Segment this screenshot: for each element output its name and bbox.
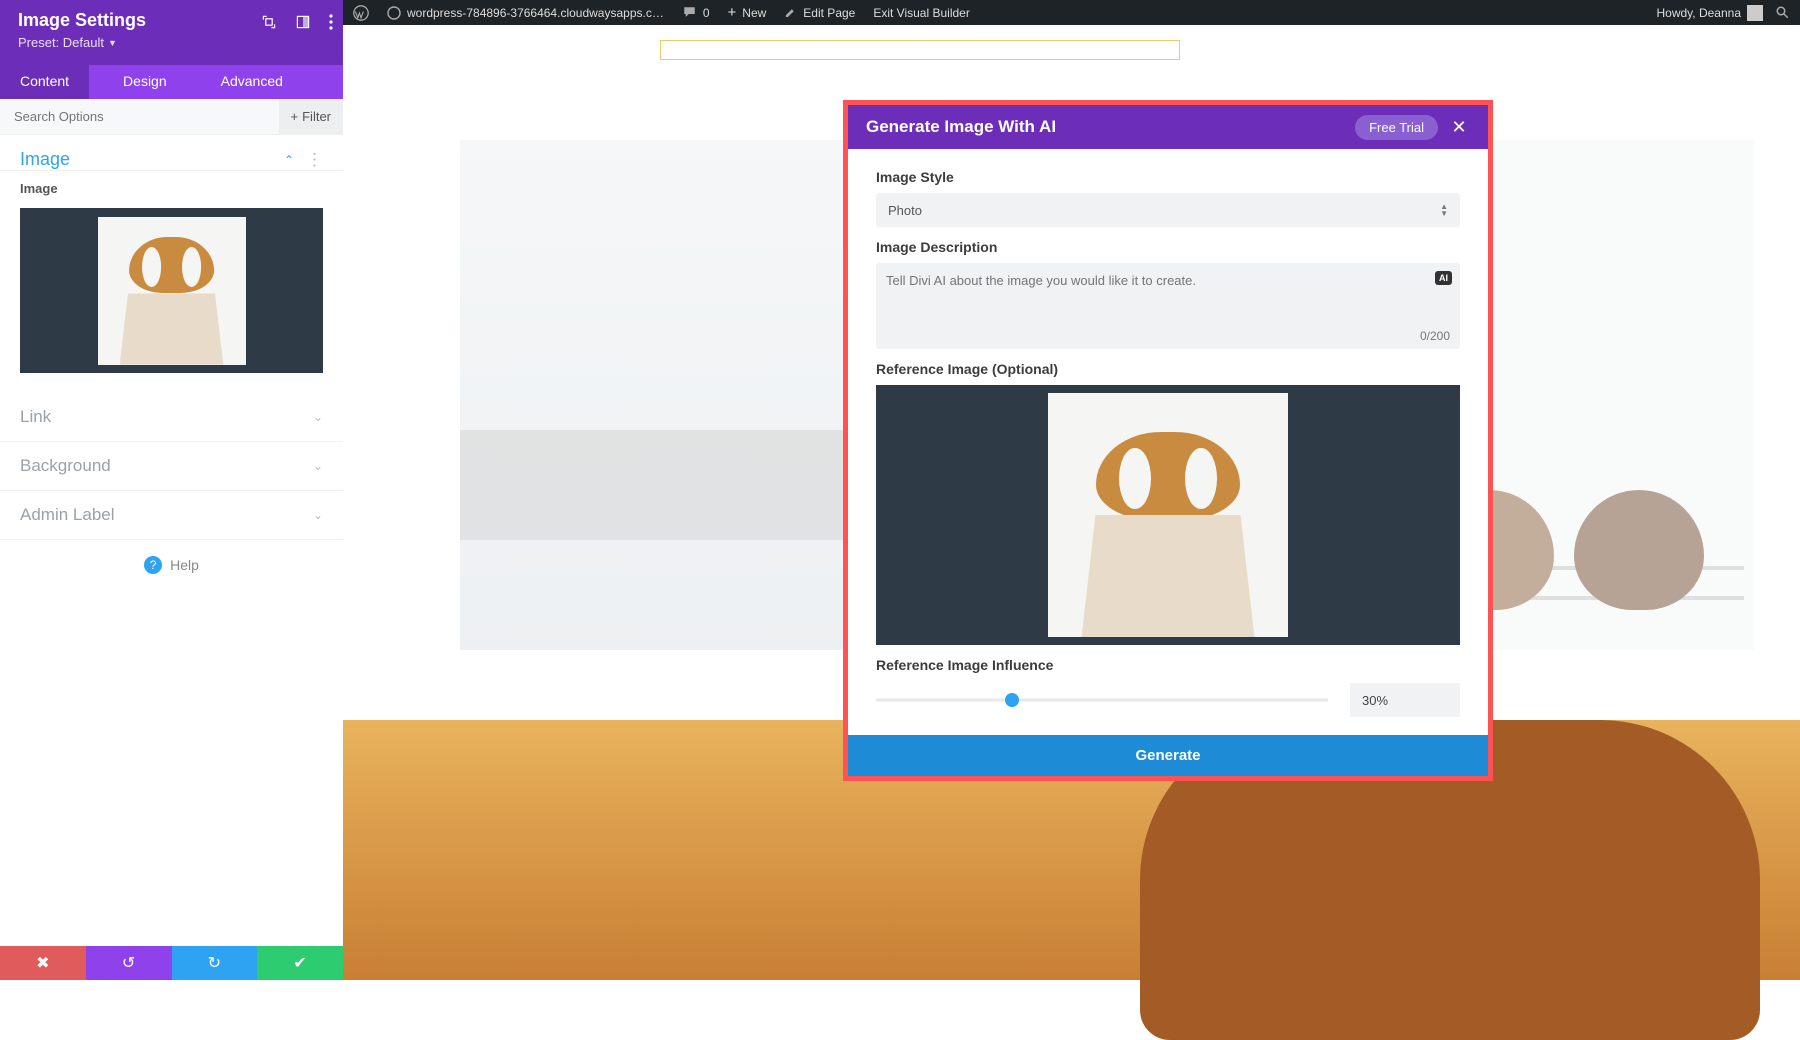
comments-count: 0 [703, 6, 710, 20]
image-description-input[interactable] [886, 273, 1450, 323]
influence-value-text: 30% [1362, 693, 1388, 708]
kebab-icon[interactable] [329, 14, 333, 30]
expand-icon[interactable] [261, 14, 277, 30]
image-field-block: Image [0, 171, 343, 393]
howdy-user[interactable]: Howdy, Deanna [1657, 5, 1764, 21]
section-link-title: Link [20, 407, 51, 427]
discard-button[interactable]: ✖ [0, 946, 86, 980]
section-link-toggle[interactable]: Link ⌄ [20, 407, 323, 427]
redo-button[interactable]: ↻ [172, 946, 258, 980]
tab-advanced[interactable]: Advanced [201, 65, 303, 99]
generate-label: Generate [1135, 747, 1200, 764]
generate-image-ai-modal: Generate Image With AI Free Trial ✕ Imag… [843, 100, 1493, 781]
search-filter-bar: + Filter [0, 99, 343, 135]
exit-visual-builder[interactable]: Exit Visual Builder [873, 6, 970, 20]
search-options-input[interactable] [0, 99, 279, 134]
tab-content[interactable]: Content [0, 65, 89, 99]
check-icon: ✔ [293, 953, 306, 973]
section-admin-label-toggle[interactable]: Admin Label ⌄ [20, 505, 323, 525]
thumb-pretzel-shape [129, 237, 215, 293]
new-label: New [742, 6, 766, 20]
edit-page-label: Edit Page [803, 6, 855, 20]
image-description-field: AI 0/200 [876, 263, 1460, 349]
comments-link[interactable]: 0 [682, 5, 710, 20]
help-link[interactable]: ? Help [0, 540, 343, 574]
image-style-label: Image Style [876, 169, 1460, 185]
redo-icon: ↻ [208, 953, 221, 973]
close-icon: ✖ [36, 953, 49, 973]
wp-logo-icon[interactable] [353, 5, 369, 21]
caret-down-icon: ▼ [108, 38, 117, 48]
influence-slider[interactable] [876, 690, 1328, 710]
wp-admin-bar: wordpress-784896-3766464.cloudwaysapps.c… [343, 0, 1800, 25]
save-button[interactable]: ✔ [257, 946, 343, 980]
influence-value-field[interactable]: 30% [1350, 683, 1460, 717]
plus-icon: + [291, 109, 299, 124]
select-arrows-icon: ▲▼ [1440, 203, 1448, 217]
sidebar-header: Image Settings Preset: Default ▼ [0, 0, 343, 65]
help-label: Help [170, 557, 199, 573]
chevron-down-icon: ⌄ [313, 508, 323, 522]
sidebar-action-bar: ✖ ↺ ↻ ✔ [0, 946, 343, 980]
sidebar-tabs: Content Design Advanced [0, 65, 343, 99]
chevron-up-icon: ⌃ [284, 153, 294, 167]
thumb-bag-shape [120, 293, 224, 364]
help-icon: ? [144, 556, 162, 574]
preset-dropdown[interactable]: Preset: Default ▼ [18, 35, 325, 50]
settings-sidebar: Image Settings Preset: Default ▼ Content… [0, 0, 343, 980]
dock-icon[interactable] [295, 14, 311, 30]
image-style-select[interactable]: Photo ▲▼ [876, 193, 1460, 227]
image-field-label: Image [20, 181, 323, 196]
close-icon: ✕ [1451, 117, 1466, 138]
chevron-down-icon: ⌄ [313, 410, 323, 424]
filter-button[interactable]: + Filter [279, 99, 343, 134]
search-icon[interactable] [1775, 5, 1790, 20]
plus-icon: + [728, 4, 737, 21]
image-description-label: Image Description [876, 239, 1460, 255]
free-trial-badge[interactable]: Free Trial [1355, 115, 1438, 140]
section-image-toggle[interactable]: Image ⌃ ⋮ [20, 149, 323, 170]
howdy-text: Howdy, Deanna [1657, 6, 1742, 20]
site-switcher[interactable]: wordpress-784896-3766464.cloudwaysapps.c… [387, 6, 664, 20]
slider-thumb[interactable] [1005, 693, 1019, 707]
ref-bag-shape [1082, 515, 1255, 637]
undo-icon: ↺ [122, 953, 135, 973]
modal-header: Generate Image With AI Free Trial ✕ [848, 105, 1488, 149]
undo-button[interactable]: ↺ [86, 946, 172, 980]
image-style-value: Photo [888, 203, 922, 218]
char-counter: 0/200 [1420, 329, 1450, 343]
avatar [1747, 5, 1763, 21]
reference-image-label: Reference Image (Optional) [876, 361, 1460, 377]
close-modal-button[interactable]: ✕ [1448, 116, 1470, 138]
tab-design[interactable]: Design [89, 65, 201, 99]
chevron-down-icon: ⌄ [313, 459, 323, 473]
section-background-title: Background [20, 456, 111, 476]
section-background-toggle[interactable]: Background ⌄ [20, 456, 323, 476]
section-admin-label-title: Admin Label [20, 505, 115, 525]
generate-button[interactable]: Generate [848, 735, 1488, 776]
section-image-title: Image [20, 149, 70, 170]
kebab-icon[interactable]: ⋮ [306, 150, 323, 170]
edit-page-link[interactable]: Edit Page [784, 6, 855, 20]
reference-image-preview[interactable] [876, 385, 1460, 645]
site-name: wordpress-784896-3766464.cloudwaysapps.c… [407, 6, 664, 20]
empty-module-slot[interactable] [660, 40, 1180, 60]
new-content[interactable]: + New [728, 4, 767, 21]
exit-vb-label: Exit Visual Builder [873, 6, 970, 20]
reference-influence-label: Reference Image Influence [876, 657, 1460, 673]
preset-label: Preset: Default [18, 35, 104, 50]
ref-pretzel-shape [1096, 432, 1240, 520]
modal-title: Generate Image With AI [866, 117, 1355, 137]
image-thumbnail[interactable] [20, 208, 323, 373]
filter-label: Filter [302, 109, 331, 124]
ai-badge[interactable]: AI [1435, 271, 1452, 285]
